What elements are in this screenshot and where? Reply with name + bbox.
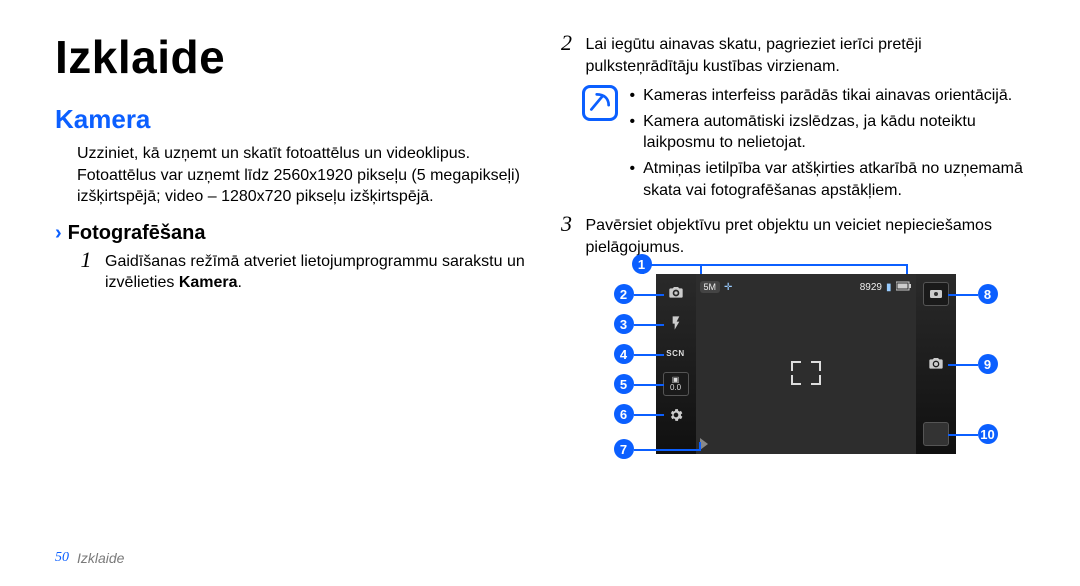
shots-remaining: 8929 (860, 282, 882, 293)
step-text: Gaidīšanas režīmā atveriet lietojumprogr… (105, 251, 528, 294)
shutter-button[interactable] (921, 349, 951, 379)
callout-badge: 7 (614, 439, 634, 459)
focus-brackets-icon (791, 361, 821, 385)
callout-lead (634, 414, 664, 416)
callout-lead (699, 442, 701, 451)
step-text-part: Gaidīšanas režīmā atveriet lietojumprogr… (105, 253, 525, 292)
camera-status-bar: 5M ✛ 8929 ▮ (700, 278, 912, 296)
exposure-icon[interactable]: ▣ 0.0 (663, 372, 689, 396)
callout-lead (634, 294, 664, 296)
settings-icon[interactable] (664, 404, 688, 426)
callout-lead (634, 384, 664, 386)
callout-badge: 3 (614, 314, 634, 334)
gps-icon: ✛ (724, 282, 732, 293)
scene-mode-icon[interactable]: SCN (664, 342, 688, 364)
step-text: Lai iegūtu ainavas skatu, pagrieziet ier… (586, 34, 1031, 77)
page-number: 50 (55, 550, 69, 566)
expand-icon[interactable] (700, 438, 708, 450)
footer-section: Izklaide (77, 550, 124, 566)
note-text: Atmiņas ietilpība var atšķirties atkarīb… (643, 158, 1030, 201)
storage-icon: ▮ (886, 282, 892, 293)
callout-badge: 2 (614, 284, 634, 304)
section-heading: Kamera (55, 104, 528, 135)
bullet-dot: • (630, 111, 636, 154)
camera-figure: 1 2 3 4 5 6 7 8 9 10 (586, 264, 1046, 474)
step-number: 3 (558, 213, 576, 258)
callout-lead (948, 364, 978, 366)
note-icon (582, 85, 618, 121)
resolution-badge: 5M (700, 281, 721, 293)
note-text: Kameras interfeiss parādās tikai ainavas… (643, 85, 1012, 107)
callout-badge: 4 (614, 344, 634, 364)
callout-lead (634, 354, 664, 356)
callout-lead (948, 434, 978, 436)
page-title: Izklaide (55, 30, 528, 84)
callout-badge: 6 (614, 404, 634, 424)
callout-badge: 9 (978, 354, 998, 374)
callout-lead (634, 324, 664, 326)
callout-badge: 5 (614, 374, 634, 394)
callout-badge: 1 (632, 254, 652, 274)
callout-lead (948, 294, 978, 296)
callout-lead (634, 449, 699, 451)
switch-camera-icon[interactable] (664, 282, 688, 304)
step-number: 1 (77, 249, 95, 294)
callout-badge: 8 (978, 284, 998, 304)
page-footer: 50 Izklaide (55, 550, 124, 566)
gallery-thumbnail[interactable] (923, 422, 949, 446)
note-text: Kamera automātiski izslēdzas, ja kādu no… (643, 111, 1030, 154)
step-text-part: . (238, 274, 242, 291)
callout-badge: 10 (978, 424, 998, 444)
camera-preview: SCN ▣ 0.0 5M ✛ (656, 274, 956, 454)
bullet-dot: • (630, 158, 636, 201)
step-text-bold: Kamera (179, 274, 238, 291)
callout-bracket (700, 264, 908, 272)
chevron-icon: › (55, 223, 62, 243)
camera-viewfinder[interactable]: 5M ✛ 8929 ▮ (696, 274, 916, 454)
sub-heading: Fotografēšana (68, 222, 206, 245)
flash-icon[interactable] (664, 312, 688, 334)
intro-paragraph: Uzziniet, kā uzņemt un skatīt fotoattēlu… (55, 143, 528, 208)
step-number: 2 (558, 32, 576, 77)
step-text: Pavērsiet objektīvu pret objektu un veic… (586, 215, 1031, 258)
battery-icon (896, 281, 912, 294)
bullet-dot: • (630, 85, 636, 107)
camera-left-panel: SCN ▣ 0.0 (656, 274, 696, 454)
exposure-value: 0.0 (670, 384, 681, 392)
mode-switch-icon[interactable] (923, 282, 949, 306)
